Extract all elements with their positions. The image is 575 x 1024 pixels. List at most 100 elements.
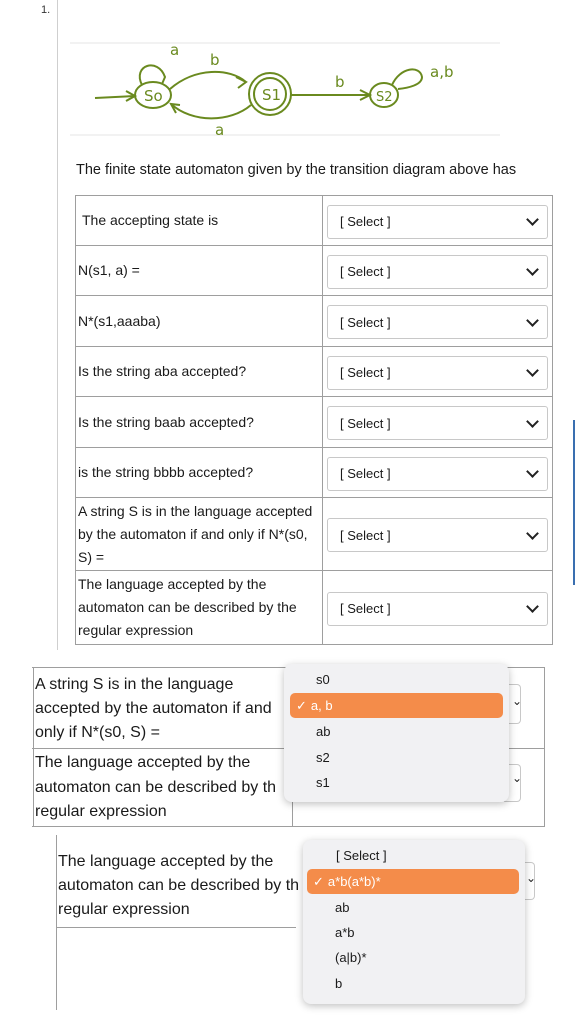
transition-diagram: So S1 S2 a b a b a,b	[70, 41, 500, 139]
checkmark-icon: ✓	[296, 697, 307, 713]
answer-cell: [ Select ]	[322, 570, 553, 645]
edge-label-s1-s0: a	[215, 121, 224, 139]
divider	[56, 835, 57, 1010]
dropdown-option-selected[interactable]: ✓ a*b(a*b)*	[307, 869, 519, 894]
answer-cell: [ Select ]	[322, 195, 553, 246]
option-label: b	[335, 976, 343, 991]
table-row: is the string bbbb accepted? [ Select ]	[75, 447, 553, 498]
chevron-down-icon: ⌄	[526, 871, 537, 885]
dropdown-option[interactable]: a*b	[303, 920, 525, 945]
chevron-down-icon	[526, 213, 539, 226]
divider	[544, 667, 545, 827]
select-value: [ Select ]	[340, 314, 391, 330]
divider	[32, 826, 545, 827]
table-row: N*(s1,aaaba) [ Select ]	[75, 295, 553, 347]
question-prompt: A string S is in the language accepted b…	[75, 497, 323, 571]
option-label: a*b(a*b)*	[327, 874, 381, 889]
zoom-text: regular expression	[58, 901, 190, 918]
table-row: The accepting state is [ Select ]	[75, 195, 553, 246]
table-row: Is the string aba accepted? [ Select ]	[75, 346, 553, 397]
edge-label-s0-loop: a	[170, 41, 179, 59]
chevron-down-icon	[526, 313, 539, 327]
chevron-down-icon	[526, 526, 539, 540]
option-label: [ Select ]	[336, 848, 387, 863]
dropdown-option[interactable]: ab	[284, 719, 509, 744]
question-prompt: is the string bbbb accepted?	[75, 447, 323, 498]
edge-label-s0-s1: b	[210, 51, 220, 69]
chevron-down-icon: ⌄	[512, 771, 523, 785]
select-value: [ Select ]	[340, 527, 391, 543]
zoom-text: automaton can be described by th	[58, 877, 300, 894]
question-prompt: N*(s1,aaaba)	[75, 295, 323, 347]
dropdown-option-selected[interactable]: ✓ a, b	[290, 693, 503, 718]
answer-cell: [ Select ]	[322, 396, 553, 448]
dropdown-menu-states: s0 ✓ a, b ab s2 s1	[284, 664, 509, 802]
state-s0-label: So	[144, 87, 163, 105]
dropdown-menu-regex: [ Select ] ✓ a*b(a*b)* ab a*b (a|b)* b	[303, 840, 525, 1004]
dropdown-option[interactable]: s1	[284, 770, 509, 795]
dropdown-option[interactable]: (a|b)*	[303, 945, 525, 970]
chevron-down-icon	[526, 364, 539, 377]
dropdown-option[interactable]: s2	[284, 745, 509, 770]
dropdown-option[interactable]: b	[303, 971, 525, 996]
select-value: [ Select ]	[340, 415, 391, 431]
option-label: a, b	[310, 698, 333, 713]
answer-select[interactable]: [ Select ]	[327, 254, 548, 289]
dropdown-option[interactable]: s0	[284, 667, 509, 692]
answer-select[interactable]: [ Select ]	[327, 456, 548, 491]
chevron-down-icon	[526, 414, 539, 428]
state-s1-label: S1	[262, 86, 281, 104]
option-label: s0	[316, 672, 330, 687]
table-row: Is the string baab accepted? [ Select ]	[75, 396, 553, 448]
answer-select[interactable]: [ Select ]	[327, 355, 548, 390]
question-prompt: The language accepted by the automaton c…	[75, 570, 323, 645]
checkmark-icon: ✓	[313, 873, 324, 889]
answer-cell: [ Select ]	[322, 245, 553, 296]
question-table: The accepting state is [ Select ] N(s1, …	[75, 195, 553, 645]
state-s2-label: S2	[376, 90, 393, 105]
question-prompt: The accepting state is	[75, 195, 323, 246]
zoom-text: A string S is in the language	[35, 676, 234, 693]
zoom-text: The language accepted by the	[35, 754, 251, 771]
select-value: [ Select ]	[340, 466, 391, 481]
option-label: s1	[316, 775, 330, 790]
chevron-down-icon	[526, 465, 539, 478]
chevron-down-icon: ⌄	[512, 694, 523, 708]
answer-select[interactable]: [ Select ]	[327, 518, 548, 552]
zoom-text: only if N*(s0, S) =	[35, 724, 160, 741]
zoom-text: accepted by the automaton if and	[35, 700, 272, 717]
answer-cell: [ Select ]	[322, 447, 553, 498]
option-label: s2	[316, 750, 330, 765]
zoom-text: regular expression	[35, 803, 167, 820]
edge-label-s1-s2: b	[335, 73, 345, 91]
option-label: (a|b)*	[335, 950, 367, 965]
answer-select[interactable]: [ Select ]	[327, 305, 548, 339]
zoom-text: automaton can be described by th	[35, 779, 277, 796]
question-intro: The finite state automaton given by the …	[76, 162, 517, 178]
select-value: [ Select ]	[340, 601, 391, 616]
answer-cell: [ Select ]	[322, 295, 553, 347]
chevron-down-icon	[526, 263, 539, 276]
answer-cell: [ Select ]	[322, 346, 553, 397]
select-value: [ Select ]	[340, 264, 391, 279]
question-prompt: Is the string aba accepted?	[75, 346, 323, 397]
question-prompt: N(s1, a) =	[75, 245, 323, 296]
dropdown-option[interactable]: ab	[303, 895, 525, 920]
option-label: a*b	[335, 925, 355, 940]
select-value: [ Select ]	[340, 214, 391, 229]
answer-select[interactable]: [ Select ]	[327, 406, 548, 440]
table-row: The language accepted by the automaton c…	[75, 570, 553, 645]
select-value: [ Select ]	[340, 365, 391, 380]
answer-cell: [ Select ]	[322, 497, 553, 571]
answer-select[interactable]: [ Select ]	[327, 204, 548, 239]
divider	[33, 667, 34, 827]
edge-label-s2-loop: a,b	[430, 63, 453, 81]
question-border	[57, 0, 58, 650]
answer-select[interactable]: [ Select ]	[327, 591, 548, 626]
option-label: ab	[335, 900, 350, 915]
table-row: A string S is in the language accepted b…	[75, 497, 553, 571]
dropdown-option[interactable]: [ Select ]	[303, 843, 525, 868]
option-label: ab	[316, 724, 331, 739]
zoom-text: The language accepted by the	[58, 853, 274, 870]
question-number: 1.	[41, 4, 51, 16]
